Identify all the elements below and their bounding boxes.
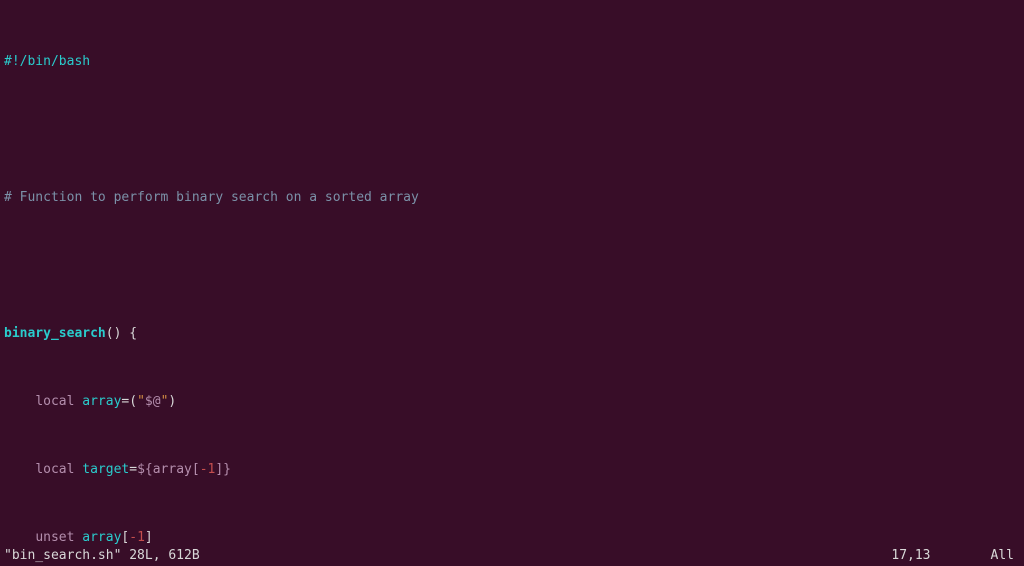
code-line: local array=("$@") <box>4 393 1024 410</box>
vim-status-bar: "bin_search.sh" 28L, 612B 17,13 All <box>0 547 1024 564</box>
code-line <box>4 257 1024 274</box>
status-file-info: "bin_search.sh" 28L, 612B <box>4 547 200 564</box>
code-line: local target=${array[-1]} <box>4 461 1024 478</box>
function-name: binary_search <box>4 326 106 341</box>
shebang: #!/bin/bash <box>4 54 90 69</box>
code-line: unset array[-1] <box>4 529 1024 546</box>
comment: # Function to perform binary search on a… <box>4 190 419 205</box>
vim-editor[interactable]: #!/bin/bash # Function to perform binary… <box>0 0 1024 566</box>
code-area[interactable]: #!/bin/bash # Function to perform binary… <box>0 2 1024 566</box>
code-line <box>4 121 1024 138</box>
status-scroll-percent: All <box>991 547 1020 564</box>
code-line: # Function to perform binary search on a… <box>4 189 1024 206</box>
code-line: #!/bin/bash <box>4 53 1024 70</box>
status-cursor-position: 17,13 <box>891 547 990 564</box>
code-line: binary_search() { <box>4 325 1024 342</box>
